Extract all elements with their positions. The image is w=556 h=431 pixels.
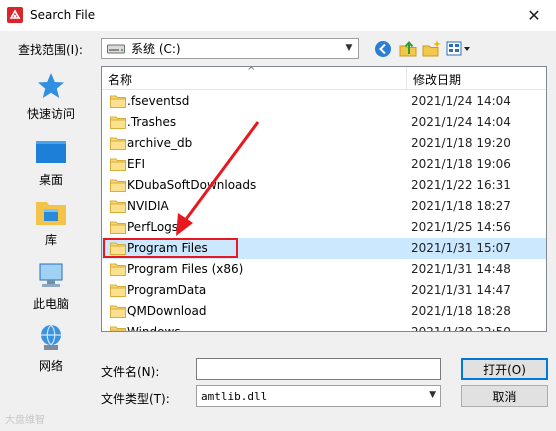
filename-label: 文件名(N): xyxy=(101,365,160,379)
folder-icon xyxy=(110,157,126,171)
folder-icon xyxy=(110,178,126,192)
view-menu-icon xyxy=(446,41,470,56)
look-in-label: 查找范围(I): xyxy=(18,43,83,57)
file-row[interactable]: .Trashes 2021/1/24 14:04 xyxy=(102,112,546,133)
place-label: 快速访问 xyxy=(26,107,75,121)
place-label: 库 xyxy=(44,233,57,247)
place-network[interactable]: 网络 xyxy=(18,318,84,378)
folder-icon xyxy=(110,304,126,318)
file-name: NVIDIA xyxy=(127,199,169,213)
folder-icon xyxy=(110,262,126,276)
file-row[interactable]: Windows 2021/1/30 22:50 xyxy=(102,322,546,332)
folder-icon xyxy=(110,115,126,129)
place-library[interactable]: 库 xyxy=(18,192,84,252)
file-name: QMDownload xyxy=(127,304,207,318)
place-this-pc[interactable]: 此电脑 xyxy=(18,256,84,316)
file-name: .Trashes xyxy=(127,115,177,129)
column-divider[interactable] xyxy=(406,67,407,90)
desktop-icon xyxy=(35,136,67,168)
file-row[interactable]: PerfLogs 2021/1/25 14:56 xyxy=(102,217,546,238)
file-row[interactable]: KDubaSoftDownloads 2021/1/22 16:31 xyxy=(102,175,546,196)
folder-icon xyxy=(110,220,126,234)
file-row[interactable]: archive_db 2021/1/18 19:20 xyxy=(102,133,546,154)
folder-icon xyxy=(110,283,126,297)
file-row[interactable]: NVIDIA 2021/1/18 18:27 xyxy=(102,196,546,217)
file-name: ProgramData xyxy=(127,283,207,297)
network-icon xyxy=(35,322,67,354)
star-icon xyxy=(35,70,67,102)
filetype-label: 文件类型(T): xyxy=(101,392,170,406)
file-list[interactable]: ^ 名称 修改日期 .fseventsd 2021/1/24 14:04 .Tras… xyxy=(101,66,547,332)
annotation-highlight-box xyxy=(103,238,238,258)
place-quick-access[interactable]: 快速访问 xyxy=(18,66,84,126)
file-row[interactable]: Program Files (x86) 2021/1/31 14:48 xyxy=(102,259,546,280)
file-date: 2021/1/22 16:31 xyxy=(411,178,511,192)
place-desktop[interactable]: 桌面 xyxy=(18,132,84,192)
library-icon xyxy=(35,196,67,228)
close-icon: ✕ xyxy=(527,6,541,25)
title-bar: Search File ✕ xyxy=(0,0,556,31)
column-header: ^ 名称 修改日期 xyxy=(102,66,546,90)
file-date: 2021/1/31 14:48 xyxy=(411,262,511,276)
filetype-value: amtlib.dll xyxy=(201,390,268,403)
file-date: 2021/1/31 14:47 xyxy=(411,283,511,297)
place-label: 网络 xyxy=(38,359,63,373)
sort-ascending-icon: ^ xyxy=(247,66,256,77)
file-name: EFI xyxy=(127,157,146,171)
window-title: Search File xyxy=(30,8,96,22)
new-folder-icon xyxy=(422,40,441,57)
place-label: 桌面 xyxy=(38,173,63,187)
folder-icon xyxy=(110,325,126,331)
drive-icon xyxy=(107,44,125,53)
look-in-dropdown[interactable]: 系统 (C:) ▼ xyxy=(101,38,359,59)
filename-input[interactable] xyxy=(196,358,441,380)
file-date: 2021/1/18 19:20 xyxy=(411,136,511,150)
file-row[interactable]: ProgramData 2021/1/31 14:47 xyxy=(102,280,546,301)
chevron-down-icon: ▼ xyxy=(345,43,353,53)
up-folder-button[interactable] xyxy=(398,39,418,59)
new-folder-button[interactable] xyxy=(422,39,442,59)
open-button[interactable]: 打开(O) xyxy=(461,358,548,380)
file-date: 2021/1/24 14:04 xyxy=(411,115,511,129)
look-in-value: 系统 (C:) xyxy=(131,42,181,56)
chevron-down-icon: ▼ xyxy=(429,390,436,400)
folder-icon xyxy=(110,94,126,108)
watermark: 大盘维智 xyxy=(5,415,45,426)
file-name: Windows xyxy=(127,325,181,332)
computer-icon xyxy=(35,260,67,292)
file-date: 2021/1/24 14:04 xyxy=(411,94,511,108)
file-name: PerfLogs xyxy=(127,220,179,234)
file-name: archive_db xyxy=(127,136,193,150)
file-date: 2021/1/31 15:07 xyxy=(411,241,511,255)
column-date-header[interactable]: 修改日期 xyxy=(413,71,461,88)
column-name-header[interactable]: 名称 xyxy=(108,71,132,88)
place-label: 此电脑 xyxy=(32,297,69,311)
file-row[interactable]: QMDownload 2021/1/18 18:28 xyxy=(102,301,546,322)
folder-icon xyxy=(110,199,126,213)
file-date: 2021/1/18 18:28 xyxy=(411,304,511,318)
file-name: KDubaSoftDownloads xyxy=(127,178,257,192)
cancel-button[interactable]: 取消 xyxy=(461,385,548,407)
file-row[interactable]: EFI 2021/1/18 19:06 xyxy=(102,154,546,175)
close-button[interactable]: ✕ xyxy=(512,0,556,31)
file-row[interactable]: .fseventsd 2021/1/24 14:04 xyxy=(102,91,546,112)
up-folder-icon xyxy=(399,40,417,57)
back-icon xyxy=(375,41,391,57)
file-date: 2021/1/18 19:06 xyxy=(411,157,511,171)
file-name: Program Files (x86) xyxy=(127,262,244,276)
file-date: 2021/1/30 22:50 xyxy=(411,325,511,332)
filetype-dropdown[interactable]: amtlib.dll ▼ xyxy=(196,385,441,407)
file-name: .fseventsd xyxy=(127,94,190,108)
file-date: 2021/1/18 18:27 xyxy=(411,199,511,213)
app-icon xyxy=(7,7,23,23)
places-bar: 快速访问 桌面 库 此电脑 网络 xyxy=(18,66,84,374)
view-menu-button[interactable] xyxy=(446,39,472,59)
back-button[interactable] xyxy=(373,39,393,59)
file-date: 2021/1/25 14:56 xyxy=(411,220,511,234)
folder-icon xyxy=(110,136,126,150)
